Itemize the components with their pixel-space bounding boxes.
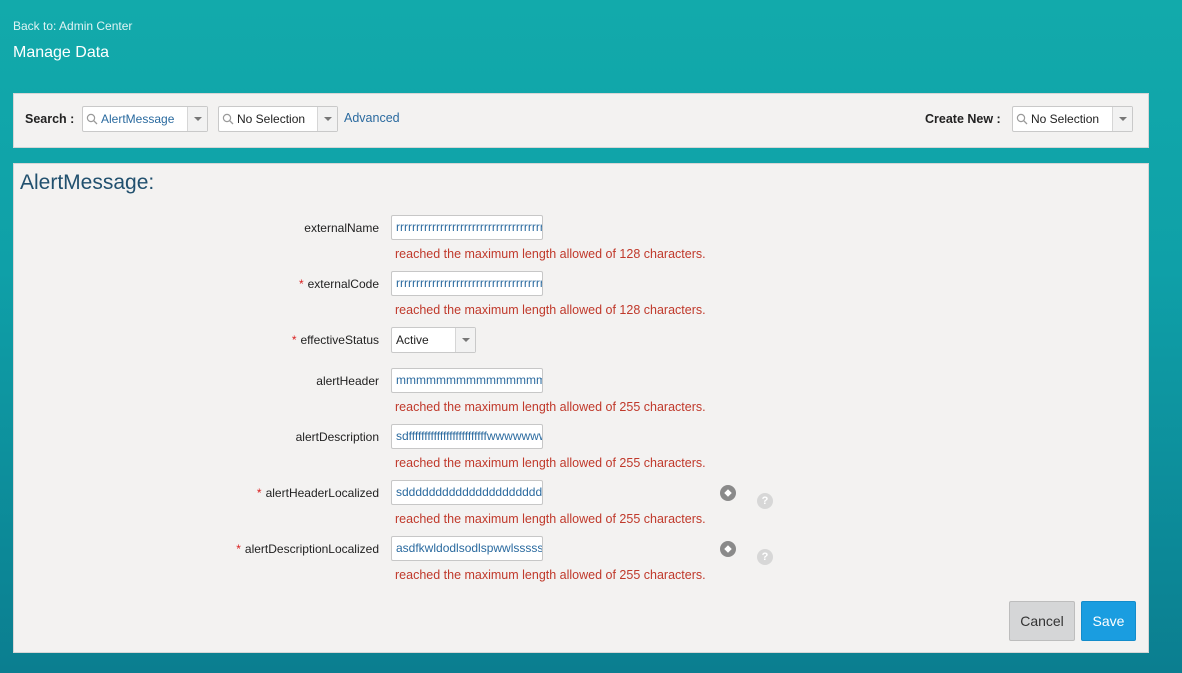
- alert-description-input[interactable]: sdfffffffffffffffffffffffffwwwwwwwwwww: [391, 424, 543, 449]
- advanced-search-link[interactable]: Advanced: [344, 111, 400, 125]
- alert-header-localized-label: * alertHeaderLocalized: [256, 486, 379, 500]
- alert-header-input[interactable]: mmmmmmmmmmmmmmmmm: [391, 368, 543, 393]
- external-name-error: reached the maximum length allowed of 12…: [395, 247, 706, 261]
- external-code-input[interactable]: rrrrrrrrrrrrrrrrrrrrrrrrrrrrrrrrrrrrrrrr: [391, 271, 543, 296]
- alert-description-localized-error: reached the maximum length allowed of 25…: [395, 568, 706, 582]
- external-name-input[interactable]: rrrrrrrrrrrrrrrrrrrrrrrrrrrrrrrrrrrrrrrr: [391, 215, 543, 240]
- chevron-down-icon[interactable]: [1112, 107, 1132, 131]
- help-icon[interactable]: ?: [757, 549, 773, 565]
- chevron-down-icon[interactable]: [317, 107, 337, 131]
- magnifier-icon: [1013, 107, 1031, 131]
- alert-message-form: AlertMessage: externalName rrrrrrrrrrrrr…: [13, 163, 1149, 653]
- object-type-select[interactable]: AlertMessage: [82, 106, 208, 132]
- magnifier-icon: [83, 107, 101, 131]
- effective-status-value: Active: [396, 333, 429, 347]
- save-button[interactable]: Save: [1081, 601, 1136, 641]
- alert-header-label: alertHeader: [316, 374, 379, 388]
- page-title: Manage Data: [13, 44, 110, 61]
- help-icon[interactable]: ?: [757, 493, 773, 509]
- search-bar: Search : AlertMessage No Selection Advan…: [13, 93, 1149, 148]
- globe-icon[interactable]: [720, 541, 736, 557]
- alert-description-localized-label: * alertDescriptionLocalized: [236, 542, 379, 556]
- magnifier-icon: [219, 107, 237, 131]
- alert-description-localized-input[interactable]: asdfkwldodlsodlspwwlsssss: [391, 536, 543, 561]
- form-title: AlertMessage:: [20, 171, 155, 194]
- effective-status-label: * effectiveStatus: [291, 333, 379, 347]
- alert-description-error: reached the maximum length allowed of 25…: [395, 456, 706, 470]
- search-label: Search :: [25, 112, 75, 126]
- record-select[interactable]: No Selection: [218, 106, 338, 132]
- alert-header-localized-error: reached the maximum length allowed of 25…: [395, 512, 706, 526]
- create-new-label: Create New :: [925, 112, 1001, 126]
- chevron-down-icon[interactable]: [187, 107, 207, 131]
- effective-status-select[interactable]: Active: [391, 327, 476, 353]
- globe-icon[interactable]: [720, 485, 736, 501]
- cancel-button[interactable]: Cancel: [1009, 601, 1075, 641]
- alert-header-localized-input[interactable]: sddddddddddddddddddddddddd: [391, 480, 543, 505]
- object-type-value: AlertMessage: [101, 112, 175, 126]
- record-value: No Selection: [237, 112, 306, 126]
- alert-header-error: reached the maximum length allowed of 25…: [395, 400, 706, 414]
- create-new-select[interactable]: No Selection: [1012, 106, 1133, 132]
- external-code-error: reached the maximum length allowed of 12…: [395, 303, 706, 317]
- external-code-label: * externalCode: [298, 277, 379, 291]
- back-to-admin-center-link[interactable]: Back to: Admin Center: [13, 19, 132, 33]
- chevron-down-icon[interactable]: [455, 328, 475, 352]
- external-name-label: externalName: [304, 221, 379, 235]
- alert-description-label: alertDescription: [295, 430, 379, 444]
- create-new-value: No Selection: [1031, 112, 1100, 126]
